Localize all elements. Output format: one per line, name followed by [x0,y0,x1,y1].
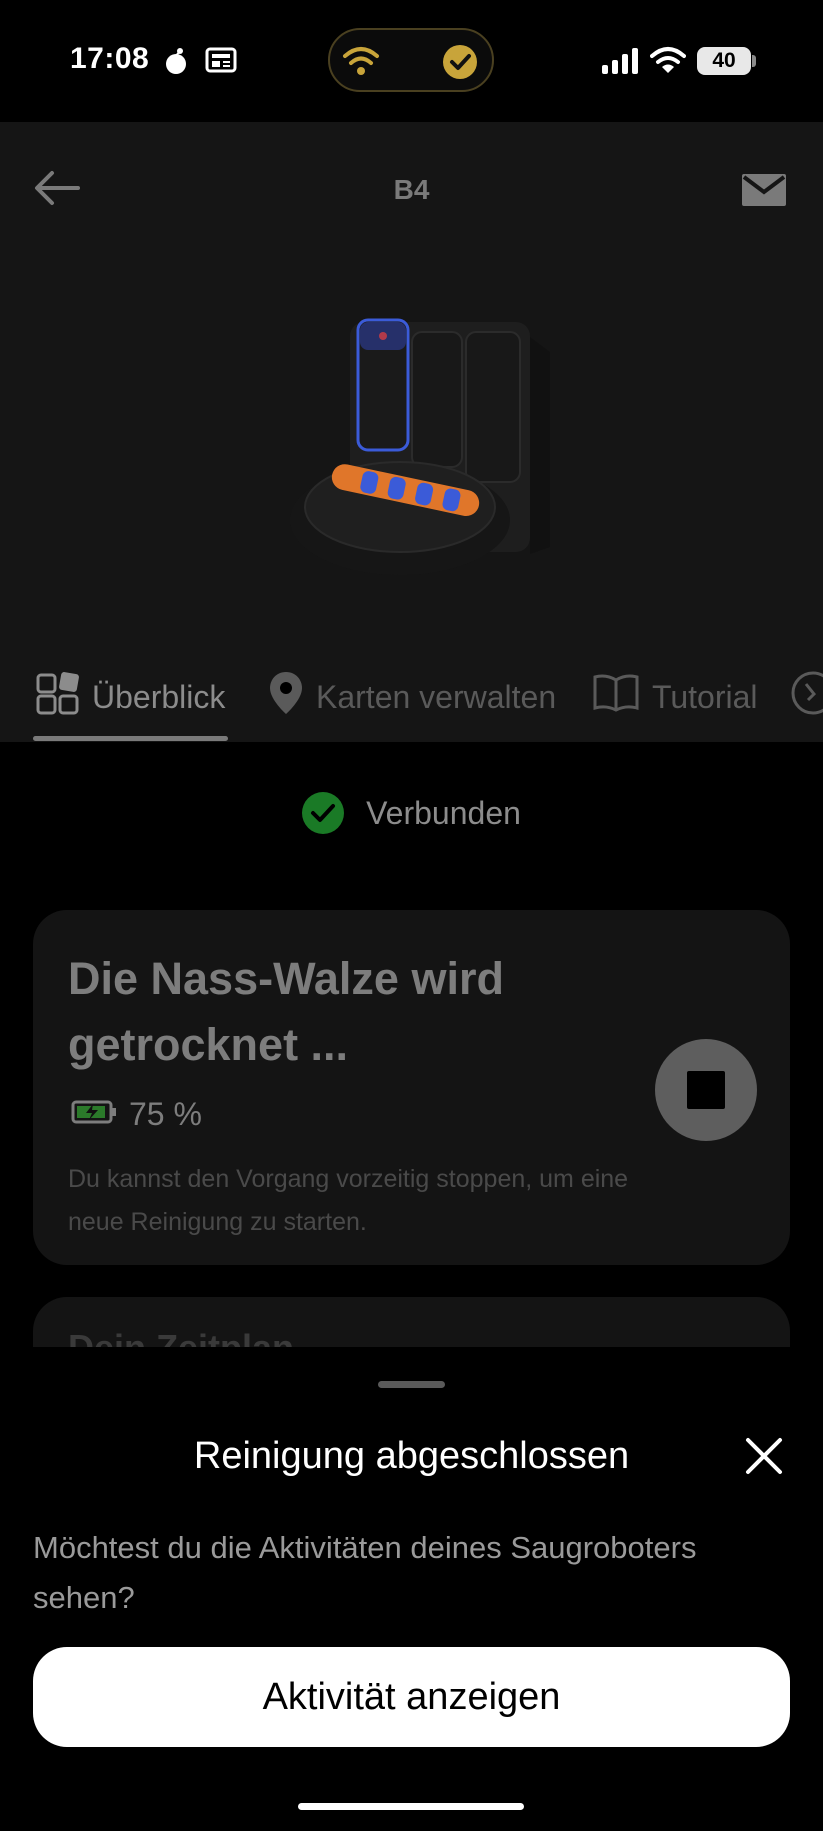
robot-vacuum-station-image [290,292,550,607]
status-bar: 17:08 40 [0,0,823,122]
tab-label: Tutorial [652,678,758,715]
active-tab-indicator [33,736,228,741]
stop-button[interactable] [655,1039,757,1141]
location-pin-icon [268,670,304,724]
battery-level-text: 75 % [129,1096,202,1132]
tab-overview[interactable]: Überblick [36,662,225,732]
status-card-title: Die Nass-Walze wird getrocknet ... [68,953,504,1070]
status-card: Die Nass-Walze wird getrocknet ... 75 % … [33,910,790,1265]
status-card-hint: Du kannst den Vorgang vorzeitig stoppen,… [68,1165,629,1236]
battery-level: 75 % [71,1096,202,1133]
battery-tip [752,55,756,67]
wifi-activity-icon [342,44,380,83]
home-indicator[interactable] [298,1803,524,1810]
tab-manage-maps[interactable]: Karten verwalten [268,662,556,732]
news-icon [205,46,237,79]
connection-label: Verbunden [366,794,521,831]
connected-check-icon [302,792,345,834]
device-screen: B4 Überblick Karten verwalten Tutorial V… [0,122,823,1377]
show-activity-button[interactable]: Aktivität anzeigen [33,1647,790,1747]
device-title: B4 [393,174,430,205]
mail-icon[interactable] [742,174,786,211]
overview-grid-icon [36,671,80,723]
cellular-signal-icon [602,48,640,79]
sheet-grabber[interactable] [378,1381,445,1388]
connection-status: Verbunden [0,792,823,834]
tab-label: Karten verwalten [316,678,557,715]
sheet-title: Reinigung abgeschlossen [193,1435,630,1477]
status-time: 17:08 [70,42,150,75]
tab-more[interactable] [790,662,823,732]
tab-tutorial[interactable]: Tutorial [592,662,758,732]
stop-icon [687,1071,725,1109]
app-notification-icon [160,44,192,81]
compass-icon [790,670,823,724]
completion-sheet: Reinigung abgeschlossen Möchtest du die … [0,1347,823,1831]
battery-charging-icon [71,1096,117,1133]
close-icon[interactable] [745,1437,783,1480]
tab-label: Überblick [92,678,226,715]
tab-bar: Überblick Karten verwalten Tutorial [0,662,823,742]
battery-indicator: 40 [697,47,751,75]
sheet-message: Möchtest du die Aktivitäten deines Saugr… [33,1530,697,1615]
checkmark-icon [442,44,478,85]
wifi-icon [650,46,686,79]
book-icon [592,674,640,720]
dynamic-island [328,28,494,92]
